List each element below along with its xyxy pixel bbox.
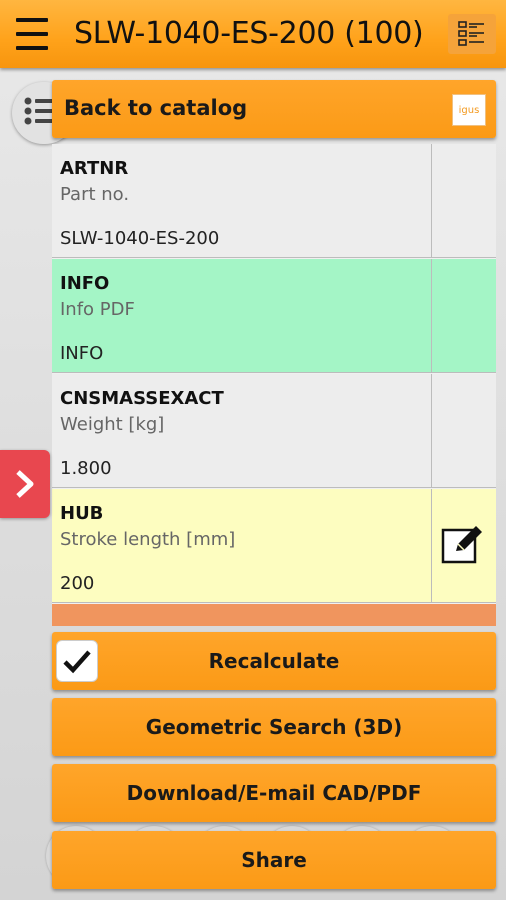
property-code: INFO	[60, 273, 110, 294]
share-button[interactable]: Share	[52, 831, 496, 889]
table-row[interactable]: CNSMASSEXACT Weight [kg] 1.800	[52, 374, 496, 488]
page-title: SLW-1040-ES-200 (100)	[74, 16, 424, 51]
recalculate-label: Recalculate	[208, 649, 340, 673]
expand-panel-button[interactable]	[0, 450, 50, 518]
property-description: Stroke length [mm]	[60, 529, 236, 550]
table-row[interactable]: INFO Info PDF INFO	[52, 259, 496, 373]
chevron-right-icon	[16, 470, 34, 498]
hamburger-menu-icon[interactable]	[10, 14, 54, 54]
back-to-catalog-button[interactable]: Back to catalog igus	[52, 80, 496, 138]
table-row[interactable]: ARTNR Part no. SLW-1040-ES-200	[52, 144, 496, 258]
properties-table: ARTNR Part no. SLW-1040-ES-200 INFO Info…	[52, 144, 496, 626]
geometric-search-label: Geometric Search (3D)	[145, 715, 403, 739]
property-value: SLW-1040-ES-200	[60, 228, 220, 249]
property-value: 1.800	[60, 458, 112, 479]
property-description: Info PDF	[60, 299, 135, 320]
geometric-search-button[interactable]: Geometric Search (3D)	[52, 698, 496, 756]
checkmark-icon	[63, 650, 91, 674]
table-row[interactable]	[52, 604, 496, 626]
table-view-icon	[458, 21, 484, 46]
table-row[interactable]: HUB Stroke length [mm] 200	[52, 489, 496, 603]
property-code: CNSMASSEXACT	[60, 388, 224, 409]
download-email-button[interactable]: Download/E-mail CAD/PDF	[52, 764, 496, 822]
table-view-button[interactable]	[448, 14, 496, 54]
app-bar: SLW-1040-ES-200 (100)	[0, 0, 506, 68]
recalculate-button[interactable]: Recalculate	[52, 632, 496, 690]
property-value: INFO	[60, 343, 104, 364]
back-to-catalog-label: Back to catalog	[64, 96, 248, 120]
igus-logo: igus	[452, 94, 486, 126]
property-description: Weight [kg]	[60, 414, 165, 435]
download-email-label: Download/E-mail CAD/PDF	[126, 781, 422, 805]
share-label: Share	[241, 848, 307, 872]
property-code: HUB	[60, 503, 104, 524]
property-code: ARTNR	[60, 158, 129, 179]
recalculate-checkbox[interactable]	[56, 640, 98, 682]
property-description: Part no.	[60, 184, 130, 205]
property-value: 200	[60, 573, 95, 594]
edit-pencil-icon[interactable]	[440, 521, 486, 567]
